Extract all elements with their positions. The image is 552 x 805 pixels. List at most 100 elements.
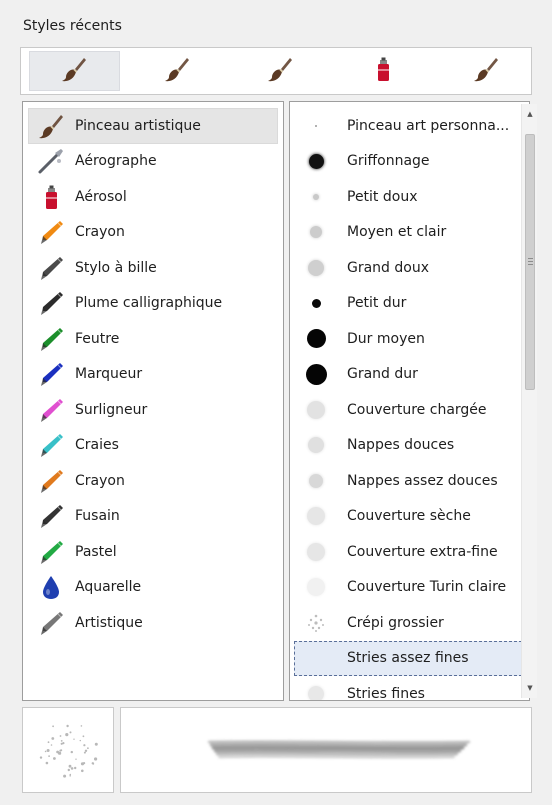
scroll-down-arrow-icon[interactable]: ▼	[522, 680, 538, 696]
category-label: Crayon	[75, 472, 125, 489]
preset-item[interactable]: Dur moyen	[294, 321, 522, 357]
brush-tip-preview-icon	[299, 578, 333, 597]
preset-label: Grand dur	[347, 366, 418, 383]
art-brush-icon	[37, 112, 65, 140]
watercolor-drop-icon	[37, 573, 65, 601]
category-label: Feutre	[75, 330, 120, 347]
preset-label: Nappes douces	[347, 437, 455, 454]
nib-preview-icon	[39, 724, 98, 778]
airbrush-icon	[37, 147, 65, 175]
calligraphy-pen-icon	[37, 289, 65, 317]
recent-style-slot[interactable]	[337, 51, 428, 91]
preset-item[interactable]: Petit dur	[294, 286, 522, 322]
recent-style-slot[interactable]	[440, 51, 531, 91]
category-item[interactable]: Stylo à bille	[28, 250, 278, 286]
recent-styles-title: Styles récents	[23, 18, 122, 34]
brush-tip-preview-icon	[299, 400, 333, 419]
category-label: Aérosol	[75, 188, 127, 205]
preset-scrollbar[interactable]: ▲ ▼	[521, 104, 537, 698]
preset-label: Dur moyen	[347, 330, 425, 347]
category-label: Crayon	[75, 224, 125, 241]
preset-item[interactable]: Nappes douces	[294, 428, 522, 464]
category-item[interactable]: Surligneur	[28, 392, 278, 428]
spray-can-icon	[369, 55, 397, 87]
pastel-icon	[37, 538, 65, 566]
preset-item[interactable]: Moyen et clair	[294, 215, 522, 251]
preset-item[interactable]: Couverture chargée	[294, 392, 522, 428]
crayon-icon	[37, 218, 65, 246]
preset-item[interactable]: Pinceau art personna...	[294, 108, 522, 144]
category-label: Fusain	[75, 508, 120, 525]
category-item[interactable]: Artistique	[28, 605, 278, 641]
category-item[interactable]: Aquarelle	[28, 570, 278, 606]
preset-label: Couverture chargée	[347, 401, 487, 418]
category-label: Artistique	[75, 614, 143, 631]
brush-tip-preview-icon	[299, 685, 333, 700]
category-list-panel: Pinceau artistique Aérographe Aérosol Cr…	[22, 101, 284, 701]
preset-label: Pinceau art personna...	[347, 117, 510, 134]
brush-tip-preview-icon	[299, 193, 333, 200]
brush-icon	[266, 55, 294, 87]
scroll-up-arrow-icon[interactable]: ▲	[522, 106, 538, 122]
preset-item[interactable]: Couverture Turin claire	[294, 570, 522, 606]
category-item[interactable]: Plume calligraphique	[28, 286, 278, 322]
category-item[interactable]: Craies	[28, 428, 278, 464]
category-item[interactable]: Aérographe	[28, 144, 278, 180]
pencil-icon	[37, 467, 65, 495]
marker-icon	[37, 360, 65, 388]
category-item[interactable]: Crayon	[28, 463, 278, 499]
preset-label: Couverture Turin claire	[347, 579, 507, 596]
category-item[interactable]: Feutre	[28, 321, 278, 357]
preset-label: Grand doux	[347, 259, 430, 276]
category-item[interactable]: Crayon	[28, 215, 278, 251]
preset-item[interactable]: Grand dur	[294, 357, 522, 393]
preset-list-panel: Pinceau art personna... Griffonnage Petit …	[289, 101, 530, 701]
recent-style-slot[interactable]	[29, 51, 120, 91]
preset-item[interactable]: Couverture extra-fine	[294, 534, 522, 570]
preset-list: Pinceau art personna... Griffonnage Petit …	[294, 108, 522, 701]
brush-tip-preview-icon	[299, 542, 333, 561]
preset-item[interactable]: Griffonnage	[294, 144, 522, 180]
brush-icon	[60, 55, 88, 87]
nib-preview	[22, 707, 114, 793]
category-label: Plume calligraphique	[75, 295, 223, 312]
category-label: Marqueur	[75, 366, 143, 383]
category-list: Pinceau artistique Aérographe Aérosol Cr…	[28, 108, 278, 641]
category-item[interactable]: Pastel	[28, 534, 278, 570]
preset-label: Stries fines	[347, 685, 425, 701]
preset-item[interactable]: Grand doux	[294, 250, 522, 286]
brush-icon	[472, 55, 500, 87]
preset-item[interactable]: Crépi grossier	[294, 605, 522, 641]
category-item[interactable]: Fusain	[28, 499, 278, 535]
felt-pen-icon	[37, 325, 65, 353]
recent-style-slot[interactable]	[132, 51, 223, 91]
spray-can-icon	[37, 183, 65, 211]
preset-item[interactable]: Stries fines	[294, 676, 522, 701]
highlighter-icon	[37, 396, 65, 424]
brush-tip-preview-icon	[299, 363, 333, 385]
recent-style-slot[interactable]	[235, 51, 326, 91]
preset-item[interactable]: Stries assez fines	[294, 640, 522, 676]
category-item[interactable]: Pinceau artistique	[28, 108, 278, 144]
chalk-icon	[37, 431, 65, 459]
preset-label: Stries assez fines	[347, 650, 469, 667]
preset-label: Crépi grossier	[347, 614, 444, 631]
preset-item[interactable]: Petit doux	[294, 179, 522, 215]
stroke-preview-icon	[207, 740, 471, 759]
category-label: Pastel	[75, 543, 117, 560]
category-label: Surligneur	[75, 401, 148, 418]
preset-item[interactable]: Couverture sèche	[294, 499, 522, 535]
category-item[interactable]: Marqueur	[28, 357, 278, 393]
preset-label: Griffonnage	[347, 153, 430, 170]
category-label: Stylo à bille	[75, 259, 157, 276]
brush-tip-preview-icon	[299, 473, 333, 488]
recent-styles-bar	[20, 47, 532, 95]
preset-label: Nappes assez douces	[347, 472, 498, 489]
scrollbar-thumb[interactable]	[525, 134, 535, 390]
brush-tip-preview-icon	[299, 507, 333, 526]
preset-item[interactable]: Nappes assez douces	[294, 463, 522, 499]
preset-label: Moyen et clair	[347, 224, 447, 241]
artistic-pen-icon	[37, 609, 65, 637]
stroke-preview	[120, 707, 532, 793]
category-item[interactable]: Aérosol	[28, 179, 278, 215]
